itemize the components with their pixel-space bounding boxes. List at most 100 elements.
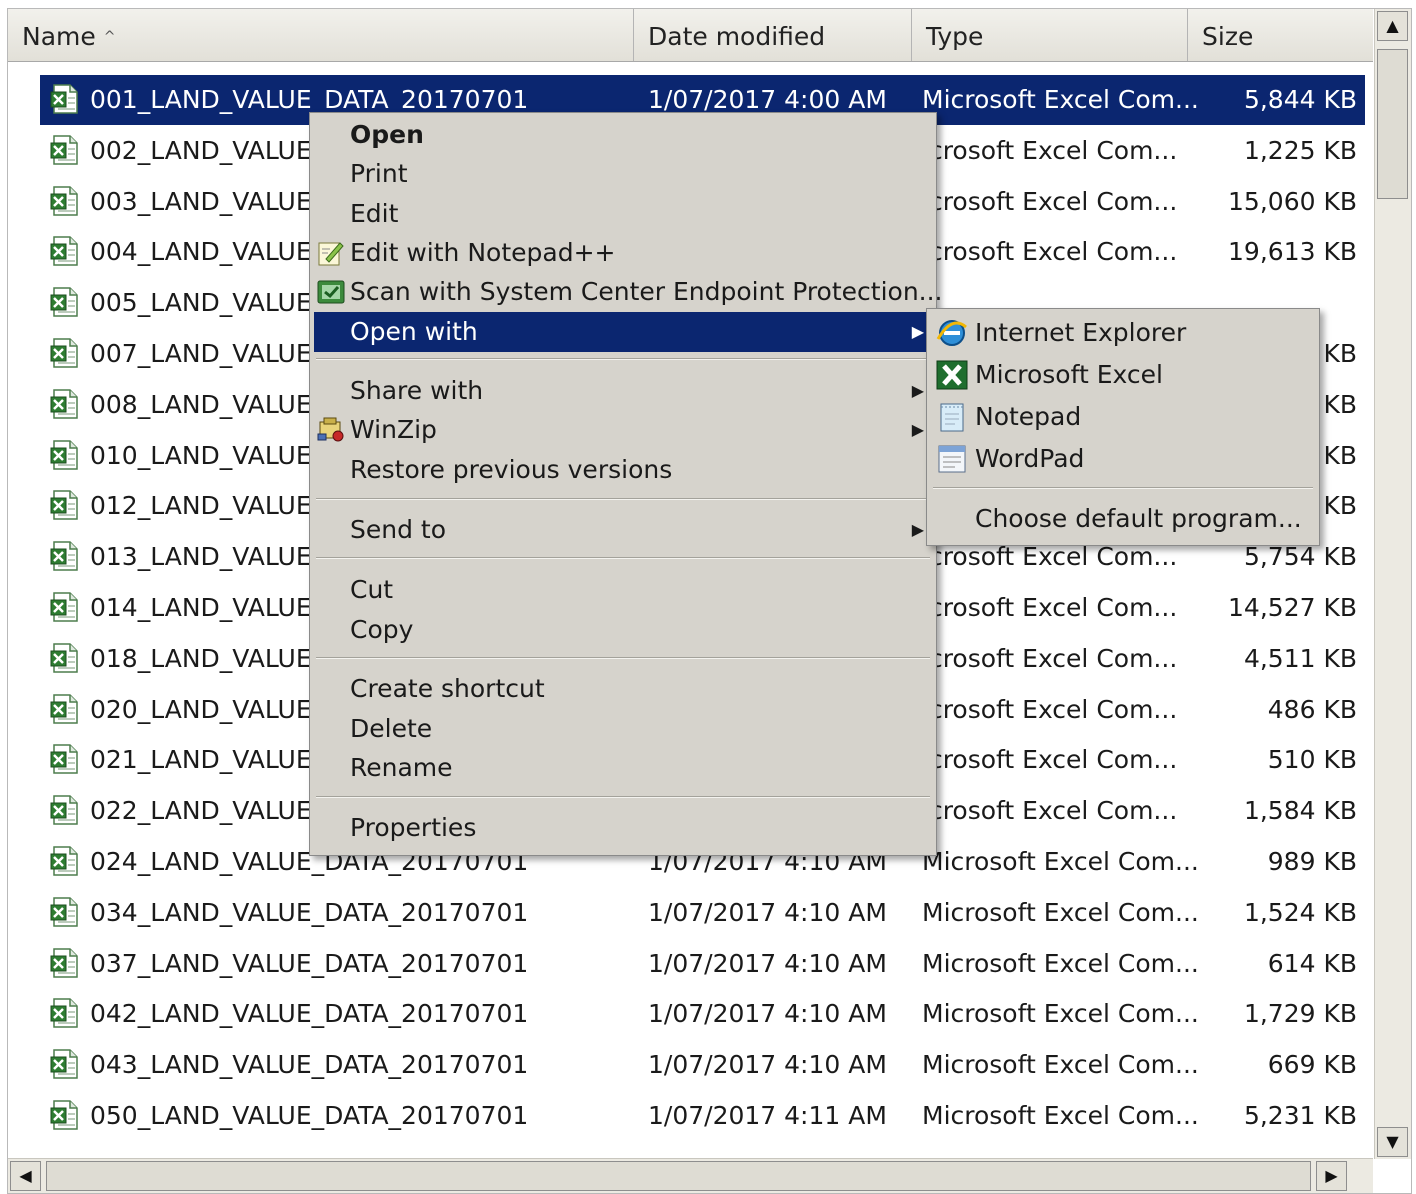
notepadpp-icon: [318, 242, 344, 266]
sort-ascending-icon: ^: [103, 29, 116, 45]
submenu-item-notepad[interactable]: Notepad: [931, 397, 1315, 437]
menu-item-share-with-label: Share with: [350, 376, 484, 405]
excel-file-icon: [50, 744, 78, 774]
file-name: 018_LAND_VALUE_: [90, 644, 325, 673]
menu-item-share-with[interactable]: Share with ▶: [314, 371, 932, 411]
file-size: 14,527 KB: [1228, 593, 1357, 622]
table-row[interactable]: 042_LAND_VALUE_DATA_20170701 1/07/2017 4:…: [40, 989, 1365, 1039]
menu-item-print[interactable]: Print: [314, 154, 932, 194]
file-type: icrosoft Excel Com...: [922, 187, 1178, 216]
menu-item-send-to[interactable]: Send to ▶: [314, 510, 932, 550]
file-name: 007_LAND_VALUE_: [90, 339, 325, 368]
file-name: 021_LAND_VALUE_: [90, 745, 325, 774]
table-row[interactable]: 034_LAND_VALUE_DATA_20170701 1/07/2017 4:…: [40, 888, 1365, 938]
scroll-down-button[interactable]: ▼: [1377, 1127, 1408, 1157]
menu-item-cut[interactable]: Cut: [314, 570, 932, 610]
table-row[interactable]: 050_LAND_VALUE_DATA_20170701 1/07/2017 4:…: [40, 1091, 1365, 1141]
file-name: 050_LAND_VALUE_DATA_20170701: [90, 1101, 529, 1130]
context-menu: Open Print Edit Edit with Notepad++ Scan…: [309, 112, 943, 856]
menu-item-rename[interactable]: Rename: [314, 748, 932, 788]
column-header-bar: Name ^ Date modified Type Size: [8, 9, 1373, 62]
file-size: KB: [1323, 390, 1357, 419]
file-name: 034_LAND_VALUE_DATA_20170701: [90, 898, 529, 927]
file-type: icrosoft Excel Com...: [922, 136, 1178, 165]
menu-separator: [316, 498, 930, 500]
file-name: 003_LAND_VALUE_: [90, 187, 325, 216]
menu-item-open-with[interactable]: Open with ▶: [314, 312, 932, 352]
file-date-modified: 1/07/2017 4:10 AM: [648, 949, 887, 978]
winzip-icon: [317, 417, 344, 442]
excel-file-icon: [50, 490, 78, 520]
menu-item-properties[interactable]: Properties: [314, 808, 932, 848]
file-type: icrosoft Excel Com...: [922, 796, 1178, 825]
column-header-name-label: Name: [22, 22, 96, 51]
menu-separator: [933, 487, 1313, 489]
file-name: 037_LAND_VALUE_DATA_20170701: [90, 949, 529, 978]
file-size: 4,511 KB: [1243, 644, 1357, 673]
file-size: 614 KB: [1267, 949, 1357, 978]
scroll-up-button[interactable]: ▲: [1377, 11, 1408, 41]
submenu-item-microsoft-excel-label: Microsoft Excel: [975, 360, 1163, 389]
menu-item-scan[interactable]: Scan with System Center Endpoint Protect…: [314, 272, 943, 312]
file-name: 043_LAND_VALUE_DATA_20170701: [90, 1050, 529, 1079]
excel-file-icon: [50, 84, 78, 114]
file-name: 013_LAND_VALUE_: [90, 542, 325, 571]
scroll-right-button[interactable]: ▶: [1316, 1161, 1347, 1191]
submenu-arrow-icon: ▶: [911, 520, 924, 539]
file-size: 5,844 KB: [1243, 85, 1357, 114]
menu-item-edit-notepadpp[interactable]: Edit with Notepad++: [314, 233, 932, 273]
triangle-down-icon: ▼: [1386, 1132, 1399, 1151]
column-header-date[interactable]: Date modified: [634, 9, 912, 61]
file-type: icrosoft Excel Com...: [922, 644, 1178, 673]
horizontal-scroll-thumb[interactable]: [46, 1161, 1311, 1191]
horizontal-scrollbar[interactable]: ◀ ▶: [8, 1158, 1373, 1193]
excel-file-icon: [50, 1049, 78, 1079]
file-date-modified: 1/07/2017 4:10 AM: [648, 1050, 887, 1079]
table-row[interactable]: 043_LAND_VALUE_DATA_20170701 1/07/2017 4:…: [40, 1040, 1365, 1090]
submenu-arrow-icon: ▶: [911, 322, 924, 341]
submenu-item-internet-explorer[interactable]: Internet Explorer: [931, 313, 1315, 353]
menu-item-delete[interactable]: Delete: [314, 709, 932, 749]
file-size: 510 KB: [1267, 745, 1357, 774]
open-with-submenu: Internet Explorer Microsoft Excel Notepa…: [926, 308, 1320, 546]
column-header-type[interactable]: Type: [912, 9, 1188, 61]
submenu-item-choose-default-program[interactable]: Choose default program...: [931, 499, 1315, 539]
submenu-item-microsoft-excel[interactable]: Microsoft Excel: [931, 355, 1315, 395]
excel-file-icon: [50, 998, 78, 1028]
file-name: 004_LAND_VALUE_: [90, 237, 325, 266]
table-row[interactable]: 037_LAND_VALUE_DATA_20170701 1/07/2017 4:…: [40, 939, 1365, 989]
microsoft-excel-icon: [936, 360, 968, 390]
submenu-item-internet-explorer-label: Internet Explorer: [975, 318, 1187, 347]
menu-item-winzip[interactable]: WinZip ▶: [314, 410, 932, 450]
file-name: 022_LAND_VALUE_: [90, 796, 325, 825]
file-size: KB: [1323, 339, 1357, 368]
file-size: 1,729 KB: [1243, 999, 1357, 1028]
menu-item-copy[interactable]: Copy: [314, 610, 932, 650]
column-header-name[interactable]: Name ^: [8, 9, 634, 61]
vertical-scrollbar[interactable]: ▲ ▼: [1374, 9, 1411, 1159]
file-size: 1,584 KB: [1243, 796, 1357, 825]
notepad-icon: [940, 403, 964, 432]
file-name: 005_LAND_VALUE_: [90, 288, 325, 317]
file-type: icrosoft Excel Com...: [922, 237, 1178, 266]
file-type: Microsoft Excel Com...: [922, 85, 1199, 114]
menu-item-create-shortcut[interactable]: Create shortcut: [314, 669, 932, 709]
file-size: 1,225 KB: [1243, 136, 1357, 165]
menu-item-send-to-label: Send to: [350, 515, 447, 544]
menu-item-edit[interactable]: Edit: [314, 194, 932, 234]
excel-file-icon: [50, 846, 78, 876]
file-size: 15,060 KB: [1228, 187, 1357, 216]
menu-item-scan-label: Scan with System Center Endpoint Protect…: [350, 277, 943, 306]
file-type: Microsoft Excel Com...: [922, 1101, 1199, 1130]
vertical-scroll-thumb[interactable]: [1377, 49, 1408, 199]
wordpad-icon: [938, 445, 966, 473]
file-name: 042_LAND_VALUE_DATA_20170701: [90, 999, 529, 1028]
scroll-left-button[interactable]: ◀: [10, 1161, 41, 1191]
menu-item-restore-previous-versions[interactable]: Restore previous versions: [314, 450, 932, 490]
column-header-size[interactable]: Size: [1188, 9, 1373, 61]
file-type: Microsoft Excel Com...: [922, 847, 1199, 876]
submenu-item-wordpad[interactable]: WordPad: [931, 439, 1315, 479]
file-date-modified: 1/07/2017 4:11 AM: [648, 1101, 887, 1130]
excel-file-icon: [50, 135, 78, 165]
menu-item-open[interactable]: Open: [314, 115, 932, 155]
